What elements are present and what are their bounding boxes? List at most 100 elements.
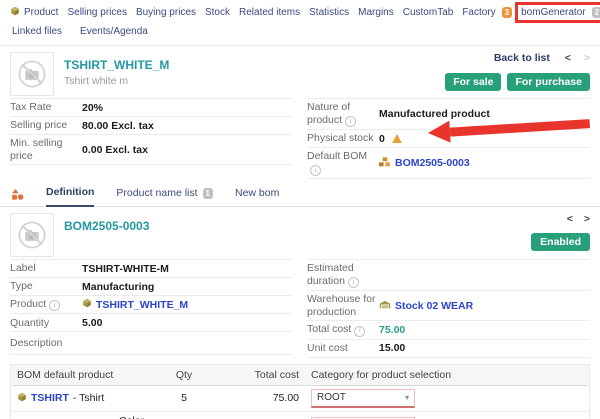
field-row-physical-stock: Physical stock 0	[307, 130, 590, 148]
bom-fields: Label TSHIRT-WHITE-M Type Manufacturing …	[0, 259, 600, 358]
field-value: Manufactured product	[379, 108, 490, 120]
field-label: Tax Rate	[10, 101, 82, 114]
line-category-cell: ROOT ▾	[299, 389, 583, 408]
column-header-total-cost: Total cost	[214, 369, 299, 381]
product-cube-icon	[82, 298, 92, 311]
column-header-category: Category for product selection	[299, 369, 583, 381]
line-qty: 5	[154, 392, 214, 404]
field-label: Producti	[10, 298, 82, 311]
bom-lines-header: BOM default product Qty Total cost Categ…	[11, 365, 589, 386]
tab-statistics[interactable]: Statistics	[309, 7, 349, 18]
next-record-icon[interactable]: >	[584, 213, 590, 225]
main-tabs: Product Selling prices Buying prices Sto…	[0, 0, 600, 23]
field-value: 0	[379, 133, 402, 145]
product-fields: Tax Rate 20% Selling price 80.00 Excl. t…	[0, 98, 600, 179]
back-to-list-link[interactable]: Back to list	[494, 52, 550, 64]
line-product-cell: TSHIRT - Tshirt	[17, 392, 154, 405]
field-row-warehouse: Warehouse for production Stock 02 WEAR	[307, 291, 590, 321]
status-buttons: For sale For purchase	[445, 73, 590, 91]
field-label: Label	[10, 262, 82, 275]
tab-label: Product	[24, 7, 58, 18]
field-row-nature: Nature of producti Manufactured product	[307, 99, 590, 130]
tab-selling-prices[interactable]: Selling prices	[67, 7, 126, 18]
tab-linked-files[interactable]: Linked files	[12, 26, 62, 37]
table-row: TSHIRT - Tshirt 5 75.00 ROOT ▾	[11, 386, 589, 412]
tab-label: Stock	[205, 7, 230, 18]
field-row-label: Label TSHIRT-WHITE-M	[10, 260, 293, 278]
tab-label: Events/Agenda	[80, 26, 148, 37]
tab-count-badge: 3	[502, 7, 512, 18]
line-product-link[interactable]: TSHIRT	[31, 392, 69, 404]
default-bom-link[interactable]: BOM2505-0003	[395, 157, 470, 169]
field-row-min-selling-price: Min. selling price 0.00 Excl. tax	[10, 135, 293, 165]
no-photo-icon	[14, 217, 50, 253]
line-product-desc: - Color white	[113, 415, 154, 419]
field-row-estimated-duration: Estimated durationi	[307, 260, 590, 291]
field-value: Manufacturing	[82, 281, 154, 293]
tab-bomgenerator[interactable]: bomGenerator 2	[521, 7, 600, 18]
product-photo-placeholder	[10, 52, 54, 96]
product-label: Tshirt white m	[64, 75, 169, 87]
product-banner: TSHIRT_WHITE_M Tshirt white m Back to li…	[0, 46, 600, 98]
product-banner-right: Back to list < > For sale For purchase	[445, 52, 590, 96]
field-row-unit-cost: Unit cost 15.00	[307, 340, 590, 358]
field-label: Estimated durationi	[307, 262, 379, 288]
field-value: BOM2505-0003	[379, 157, 470, 170]
product-cube-icon	[10, 6, 20, 19]
bom-subtabs: Definition Product name list 1 New bom	[0, 179, 600, 207]
product-bom-page: Product Selling prices Buying prices Sto…	[0, 0, 600, 419]
field-value: TSHIRT_WHITE_M	[82, 298, 188, 311]
subtab-label: Product name list	[116, 187, 197, 199]
tab-label: Selling prices	[67, 7, 126, 18]
bom-product-link[interactable]: TSHIRT_WHITE_M	[96, 299, 188, 311]
tab-factory[interactable]: Factory 3	[462, 7, 512, 18]
prev-record-icon[interactable]: <	[567, 213, 573, 225]
tab-related-items[interactable]: Related items	[239, 7, 300, 18]
field-value: Stock 02 WEAR	[379, 300, 473, 312]
subtab-label: New bom	[235, 187, 279, 199]
next-record-icon: >	[584, 52, 590, 64]
field-row-default-bom: Default BOMi BOM2505-0003	[307, 148, 590, 179]
subtab-product-name-list[interactable]: Product name list 1	[116, 187, 213, 206]
field-label: Quantity	[10, 317, 82, 330]
help-icon: i	[354, 326, 365, 337]
bom-lines-table: BOM default product Qty Total cost Categ…	[10, 364, 590, 419]
field-label: Physical stock	[307, 132, 379, 145]
warehouse-icon	[379, 300, 391, 312]
product-cube-icon	[17, 392, 27, 405]
list-navigation: Back to list < >	[445, 52, 590, 64]
prev-record-icon[interactable]: <	[565, 52, 571, 64]
for-purchase-badge[interactable]: For purchase	[507, 73, 590, 91]
bom-ref: BOM2505-0003	[64, 219, 149, 233]
line-product-desc: - Tshirt	[73, 392, 104, 404]
main-tabs-row2: Linked files Events/Agenda	[0, 23, 600, 46]
product-fields-right: Nature of producti Manufactured product …	[307, 98, 590, 179]
tab-customtab[interactable]: CustomTab	[403, 7, 454, 18]
bom-banner-left: BOM2505-0003	[10, 213, 149, 257]
field-label: Unit cost	[307, 342, 379, 355]
line-product-cell: COLOR_WHITE - Color white	[17, 415, 154, 419]
tab-label: Buying prices	[136, 7, 196, 18]
column-header-product: BOM default product	[17, 369, 154, 381]
tab-margins[interactable]: Margins	[358, 7, 394, 18]
tab-label: Statistics	[309, 7, 349, 18]
field-row-type: Type Manufacturing	[10, 278, 293, 296]
field-value: 80.00 Excl. tax	[82, 120, 154, 132]
field-label: Warehouse for production	[307, 293, 379, 318]
for-sale-badge[interactable]: For sale	[445, 73, 501, 91]
tab-events-agenda[interactable]: Events/Agenda	[80, 26, 148, 37]
no-photo-icon	[14, 56, 50, 92]
tab-stock[interactable]: Stock	[205, 7, 230, 18]
field-label: Nature of producti	[307, 101, 379, 127]
tab-label: bomGenerator	[521, 7, 585, 18]
bom-cubes-icon	[379, 157, 391, 170]
field-value: 0.00 Excl. tax	[82, 144, 148, 156]
subtab-definition[interactable]: Definition	[46, 186, 94, 207]
field-row-tax-rate: Tax Rate 20%	[10, 99, 293, 117]
warehouse-link[interactable]: Stock 02 WEAR	[395, 300, 473, 312]
category-select[interactable]: ROOT ▾	[311, 389, 415, 408]
tab-product[interactable]: Product	[10, 6, 58, 19]
tab-buying-prices[interactable]: Buying prices	[136, 7, 196, 18]
subtab-new-bom[interactable]: New bom	[235, 187, 279, 206]
tab-label: Factory	[462, 7, 495, 18]
